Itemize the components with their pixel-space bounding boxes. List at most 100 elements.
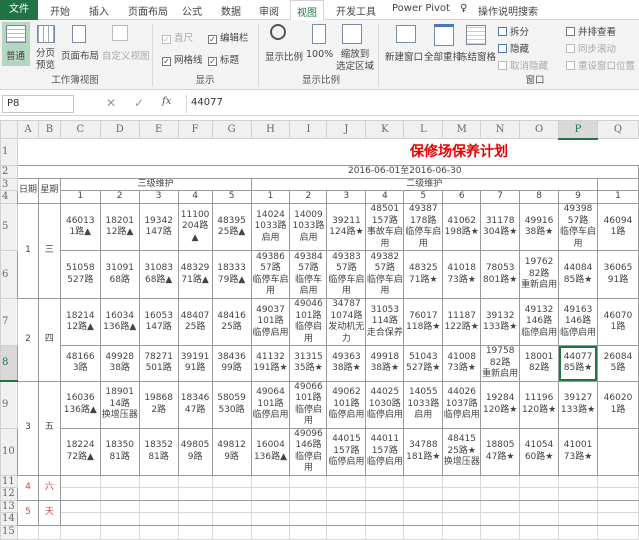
empty-cell[interactable] xyxy=(519,499,560,513)
empty-cell[interactable] xyxy=(289,487,328,501)
schedule-cell[interactable]: 34787 1074路 发动机无力 xyxy=(326,298,367,346)
empty-cell[interactable] xyxy=(177,512,213,526)
header-week[interactable]: 星期 xyxy=(37,177,61,204)
schedule-cell[interactable]: 51043 527路★ xyxy=(403,345,444,382)
schedule-cell[interactable]: 31178 304路★ xyxy=(480,203,521,251)
day-date[interactable]: 4 xyxy=(16,474,39,501)
schedule-cell[interactable]: 18201 12路▲ xyxy=(99,203,140,251)
freeze-panes-button[interactable]: 冻结窗格 xyxy=(458,49,496,63)
schedule-cell[interactable]: 49918 38路★ xyxy=(365,345,405,382)
name-box[interactable]: P8 xyxy=(2,95,74,113)
schedule-cell[interactable]: 39211 124路★ xyxy=(326,203,367,251)
row-header[interactable]: 3 xyxy=(0,177,18,191)
empty-cell[interactable] xyxy=(519,487,560,501)
schedule-cell[interactable]: 49066 101路 临停启用 xyxy=(289,380,328,429)
tab-page-layout[interactable]: 页面布局 xyxy=(128,3,168,18)
empty-cell[interactable] xyxy=(177,487,213,501)
schedule-cell[interactable]: 11187 122路★ xyxy=(442,298,482,346)
tab-file[interactable]: 文件 xyxy=(0,0,38,20)
schedule-cell[interactable]: 48166 3路 xyxy=(59,345,101,382)
schedule-cell[interactable]: 44026 1037路 临停启用 xyxy=(442,380,482,429)
empty-cell[interactable] xyxy=(558,524,598,540)
column-header-L[interactable]: L xyxy=(403,120,444,139)
column-header-E[interactable]: E xyxy=(138,120,179,139)
subheader-level2[interactable]: 7 xyxy=(480,190,521,204)
schedule-cell[interactable]: 44015 157路 临停启用 xyxy=(326,427,367,476)
schedule-cell[interactable]: 31315 35路★ xyxy=(289,345,328,382)
row-header[interactable]: 11 xyxy=(0,474,18,488)
empty-cell[interactable] xyxy=(480,474,521,488)
empty-cell[interactable] xyxy=(138,474,179,488)
empty-cell[interactable] xyxy=(289,524,328,540)
empty-cell[interactable] xyxy=(558,499,598,513)
empty-cell[interactable] xyxy=(211,487,252,501)
schedule-cell[interactable]: 18352 81路 xyxy=(138,427,179,476)
empty-cell[interactable] xyxy=(326,474,367,488)
schedule-cell[interactable]: 18350 81路 xyxy=(99,427,140,476)
column-header-I[interactable]: I xyxy=(289,120,328,139)
empty-cell[interactable] xyxy=(99,524,140,540)
schedule-cell[interactable]: 48416 25路 xyxy=(211,298,252,346)
schedule-cell[interactable]: 49398 57路 临停车启用 xyxy=(558,203,598,251)
schedule-cell[interactable]: 48325 71路★ xyxy=(403,250,444,299)
schedule-cell[interactable]: 44025 1030路 临停启用 xyxy=(365,380,405,429)
empty-cell[interactable] xyxy=(596,524,639,540)
empty-cell[interactable] xyxy=(59,487,101,501)
schedule-cell[interactable]: 41062 198路★ xyxy=(442,203,482,251)
subheader-level2[interactable]: 4 xyxy=(365,190,405,204)
schedule-cell[interactable]: 19868 2路 xyxy=(138,380,179,429)
schedule-cell[interactable]: 49064 101路 临停启用 xyxy=(250,380,291,429)
schedule-cell[interactable]: 76017 118路★ xyxy=(403,298,444,346)
header-date[interactable]: 日期 xyxy=(16,177,39,204)
schedule-cell[interactable]: 49928 38路 xyxy=(99,345,140,382)
empty-cell[interactable] xyxy=(16,524,39,540)
row-header[interactable]: 12 xyxy=(0,487,18,501)
schedule-cell[interactable]: 31091 68路 xyxy=(99,250,140,299)
empty-cell[interactable] xyxy=(442,487,482,501)
schedule-cell[interactable]: 49916 38路★ xyxy=(519,203,560,251)
schedule-cell[interactable]: 49386 57路 临停车启用 xyxy=(250,250,291,299)
schedule-cell[interactable]: 19284 120路★ xyxy=(480,380,521,429)
empty-cell[interactable] xyxy=(99,499,140,513)
empty-cell[interactable] xyxy=(480,499,521,513)
schedule-cell[interactable]: 18333 79路▲ xyxy=(211,250,252,299)
tab-insert[interactable]: 插入 xyxy=(89,3,109,18)
schedule-cell[interactable]: 11196 120路★ xyxy=(519,380,560,429)
schedule-cell[interactable]: 16034 136路▲ xyxy=(99,298,140,346)
row-header[interactable]: 14 xyxy=(0,512,18,526)
tab-home[interactable]: 开始 xyxy=(50,3,70,18)
schedule-cell[interactable]: 39132 133路★ xyxy=(480,298,521,346)
empty-cell[interactable] xyxy=(519,512,560,526)
subheader-level3[interactable]: 1 xyxy=(59,190,101,204)
empty-cell[interactable] xyxy=(442,499,482,513)
new-window-button[interactable]: 新建窗口 xyxy=(385,49,423,63)
empty-cell[interactable] xyxy=(596,512,639,526)
arrange-all-button[interactable]: 全部重排 xyxy=(424,49,462,63)
empty-cell[interactable] xyxy=(99,474,140,488)
empty-cell[interactable] xyxy=(558,487,598,501)
subheader-level3[interactable]: 3 xyxy=(138,190,179,204)
empty-cell[interactable] xyxy=(138,524,179,540)
row-header[interactable]: 4 xyxy=(0,190,18,204)
empty-cell[interactable] xyxy=(138,499,179,513)
formula-bar-checkbox[interactable]: ✓ 编辑栏 xyxy=(208,30,249,44)
schedule-cell[interactable]: 31083 68路▲ xyxy=(138,250,179,299)
header-level2[interactable]: 二级维护 xyxy=(250,177,598,191)
row-header[interactable]: 2 xyxy=(0,165,18,179)
subheader-level2[interactable]: 8 xyxy=(519,190,560,204)
header-blank[interactable] xyxy=(596,177,639,191)
row-header[interactable]: 6 xyxy=(0,250,18,299)
empty-cell[interactable] xyxy=(480,524,521,540)
schedule-cell[interactable]: 51058 527路 xyxy=(59,250,101,299)
schedule-cell[interactable]: 18001 82路 xyxy=(519,345,560,382)
day-week[interactable]: 天 xyxy=(37,499,61,526)
page-break-preview-button[interactable]: 分页 预览 xyxy=(36,48,55,72)
schedule-cell[interactable]: 49062 101路 临停启用 xyxy=(326,380,367,429)
subheader-level2[interactable]: 2 xyxy=(289,190,328,204)
day-date[interactable]: 5 xyxy=(16,499,39,526)
empty-cell[interactable] xyxy=(558,474,598,488)
row-header[interactable]: 8 xyxy=(0,345,18,382)
column-header-Q[interactable]: Q xyxy=(596,120,639,139)
schedule-cell[interactable]: 14055 1033路 启用 xyxy=(403,380,444,429)
schedule-cell[interactable]: 78271 501路 xyxy=(138,345,179,382)
